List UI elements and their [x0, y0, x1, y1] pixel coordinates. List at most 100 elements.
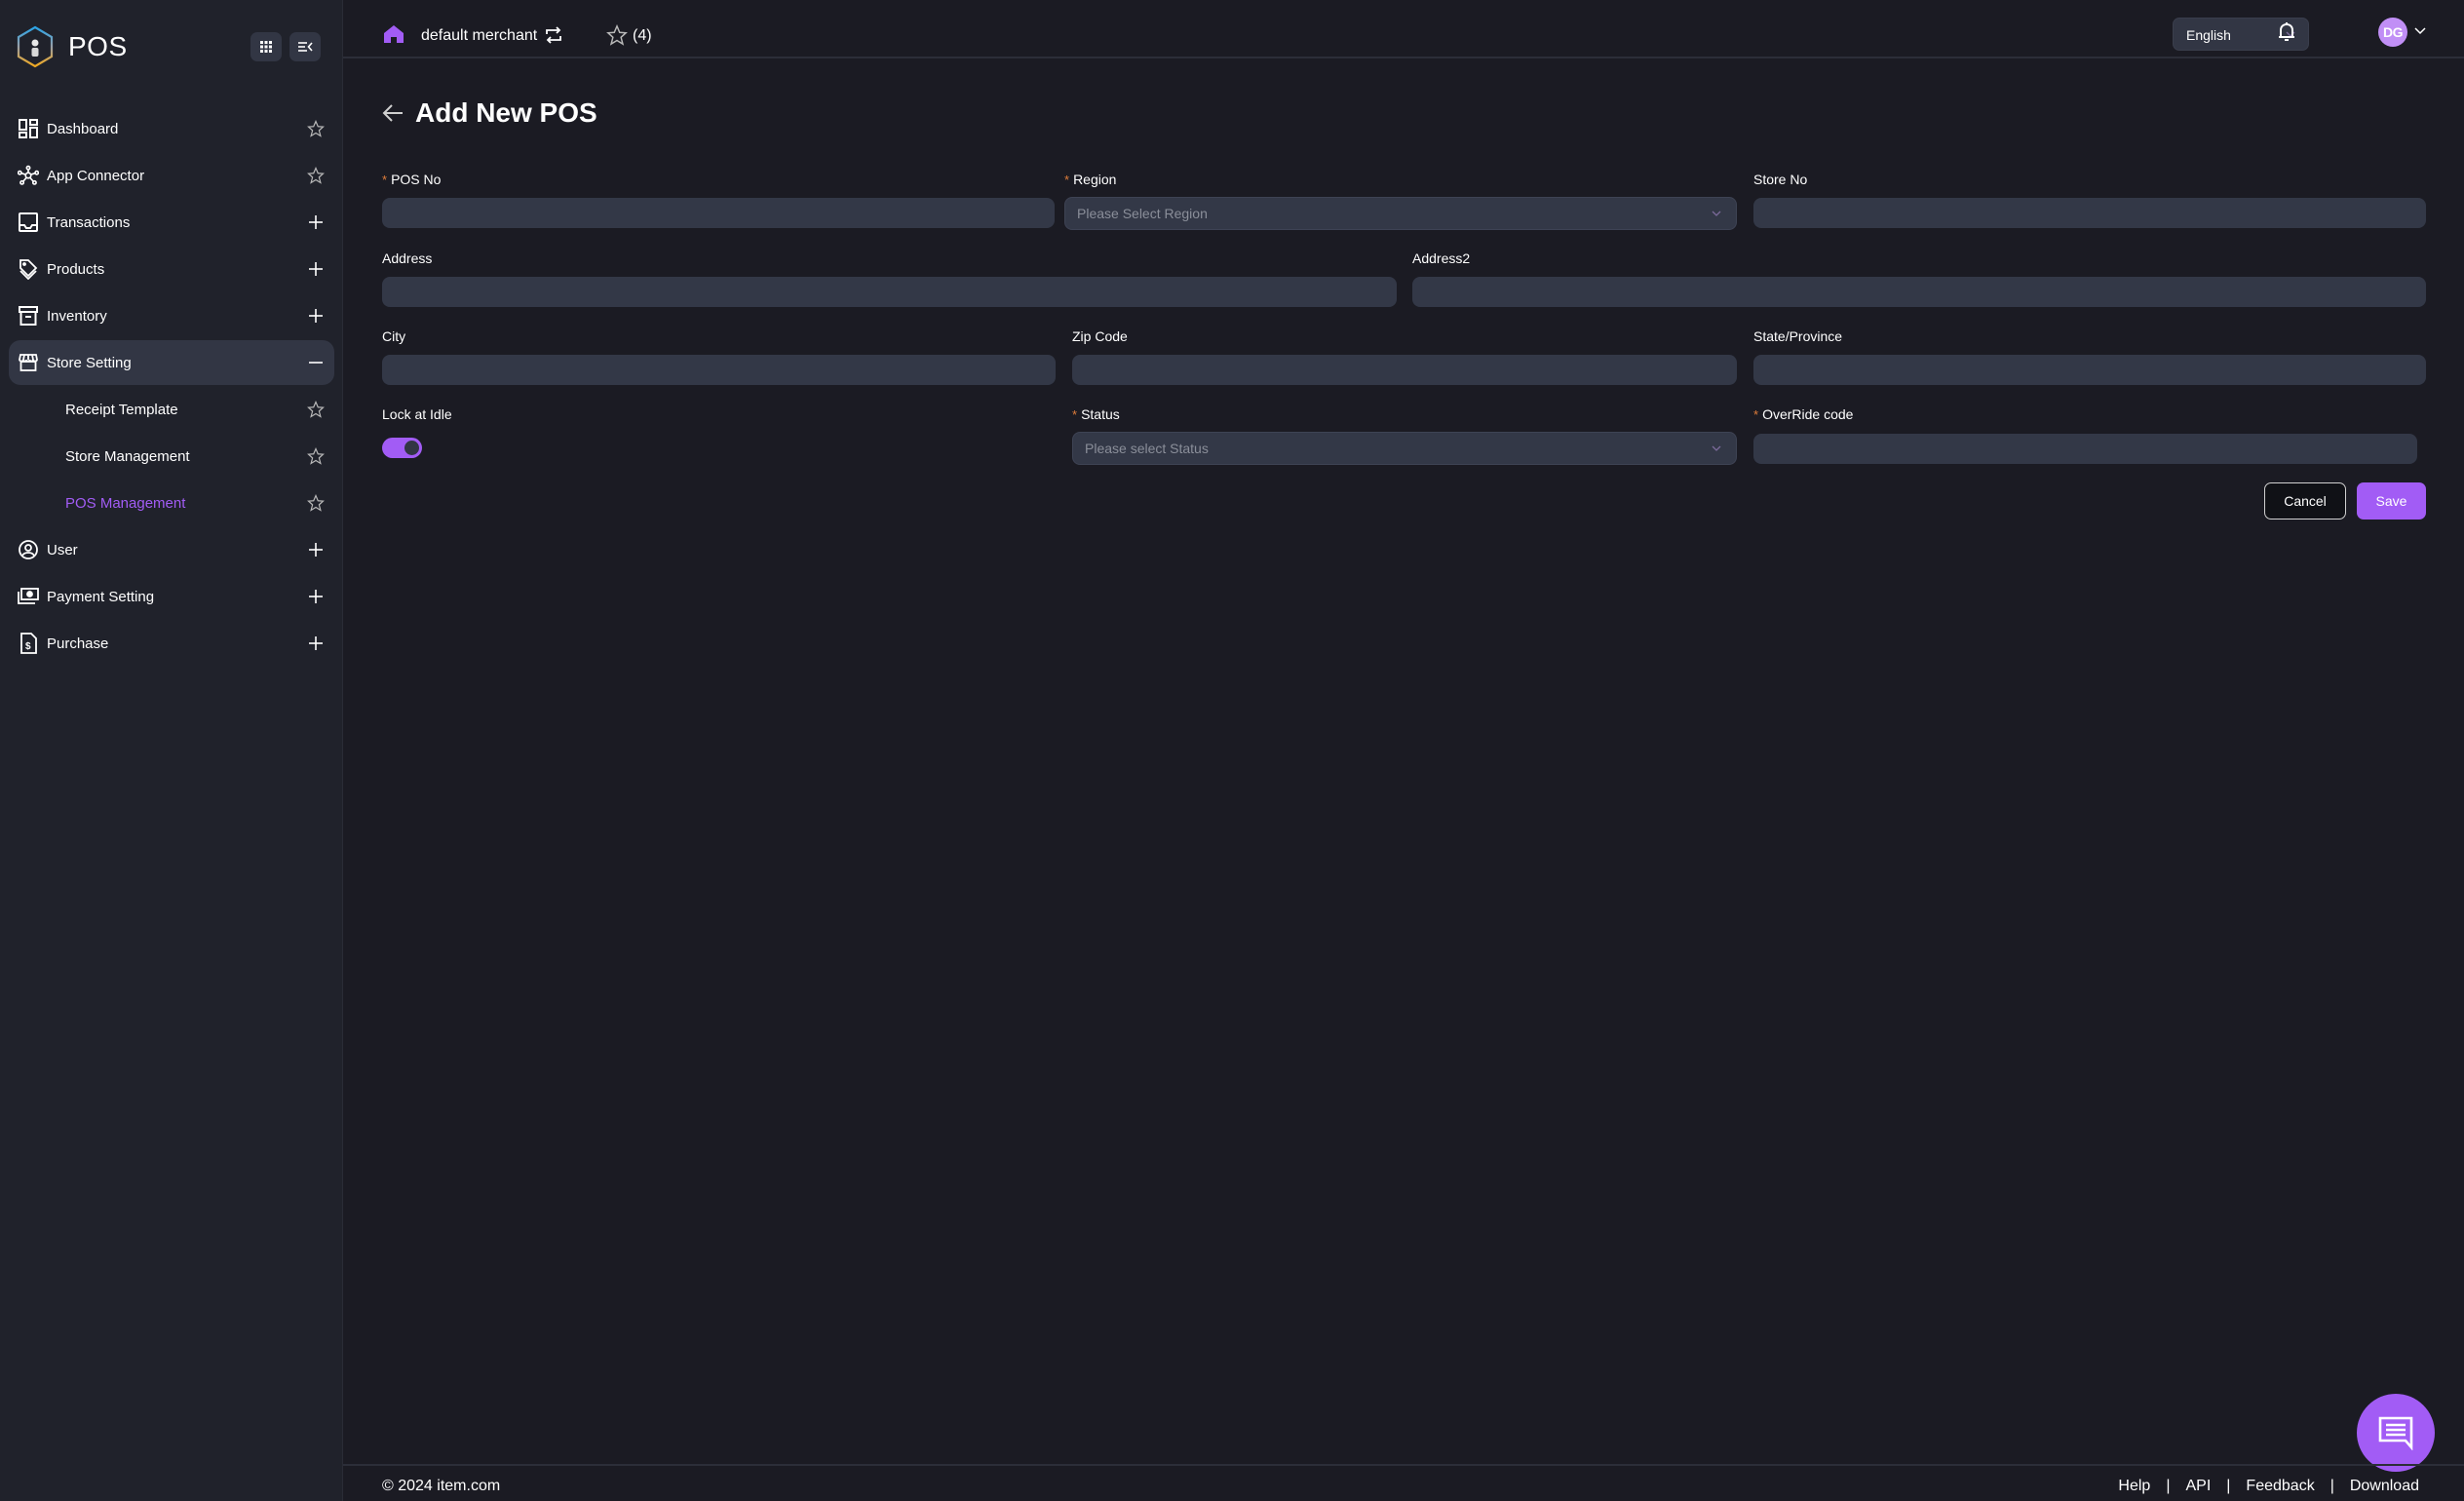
home-icon[interactable]	[384, 25, 404, 43]
plus-icon[interactable]	[305, 586, 327, 607]
footer-link-feedback[interactable]: Feedback	[2246, 1478, 2314, 1495]
sidebar-item-inventory[interactable]: Inventory	[9, 292, 334, 339]
sidebar-item-label: Purchase	[47, 635, 109, 652]
label-text: OverRide code	[1762, 406, 1854, 422]
copyright: © 2024 item.com	[382, 1478, 501, 1494]
chevron-down-icon[interactable]	[2413, 26, 2427, 36]
sidebar-item-app-connector[interactable]: App Connector	[9, 152, 334, 199]
footer-link-download[interactable]: Download	[2350, 1478, 2419, 1495]
plus-icon[interactable]	[305, 212, 327, 233]
sidebar-item-transactions[interactable]: Transactions	[9, 199, 334, 246]
footer-links: Help | API | Feedback | Download	[2118, 1478, 2419, 1495]
dashboard-icon	[18, 118, 39, 139]
override-code-input[interactable]	[1753, 434, 2417, 464]
sidebar-item-label: Receipt Template	[65, 401, 178, 418]
language-value: English	[2186, 27, 2231, 43]
lock-at-idle-label: Lock at Idle	[382, 406, 452, 422]
minus-icon[interactable]	[305, 352, 327, 373]
favorites-star-icon[interactable]	[606, 24, 628, 46]
favorites-count[interactable]: (4)	[633, 27, 652, 45]
apps-grid-button[interactable]	[250, 32, 282, 61]
city-label: City	[382, 328, 405, 344]
label-text: Region	[1073, 172, 1117, 187]
bell-icon[interactable]	[2277, 21, 2296, 43]
sidebar-item-purchase[interactable]: $ Purchase	[9, 620, 334, 667]
pos-no-label: * POS No	[382, 172, 441, 187]
sidebar-item-label: Transactions	[47, 213, 131, 231]
app-name: POS	[68, 31, 128, 61]
sidebar-item-products[interactable]: Products	[9, 246, 334, 292]
star-icon[interactable]	[305, 165, 327, 186]
plus-icon[interactable]	[305, 633, 327, 654]
merchant-name[interactable]: default merchant	[421, 27, 537, 45]
top-header: default merchant (4) English DG	[343, 0, 2464, 58]
region-placeholder: Please Select Region	[1077, 206, 1208, 221]
sidebar-item-label: POS Management	[65, 494, 186, 512]
region-select[interactable]: Please Select Region	[1064, 197, 1737, 230]
plus-icon[interactable]	[305, 539, 327, 560]
label-text: Address	[382, 250, 433, 266]
user-icon	[18, 539, 39, 560]
separator: |	[2166, 1478, 2171, 1494]
state-input[interactable]	[1753, 355, 2426, 385]
address-input[interactable]	[382, 277, 1397, 307]
collapse-sidebar-button[interactable]	[289, 32, 321, 61]
required-mark: *	[382, 173, 388, 187]
sidebar-item-label: Store Setting	[47, 354, 132, 371]
region-label: * Region	[1064, 172, 1116, 187]
pos-no-input[interactable]	[382, 198, 1055, 228]
footer-link-api[interactable]: API	[2185, 1478, 2211, 1495]
label-text: Store No	[1753, 172, 1808, 187]
plus-icon[interactable]	[305, 305, 327, 327]
sidebar-item-dashboard[interactable]: Dashboard	[9, 105, 334, 152]
plus-icon[interactable]	[305, 258, 327, 280]
save-button[interactable]: Save	[2357, 482, 2426, 520]
address2-input[interactable]	[1412, 277, 2426, 307]
store-no-input[interactable]	[1753, 198, 2426, 228]
label-text: Lock at Idle	[382, 406, 452, 422]
chat-support-button[interactable]	[2357, 1394, 2435, 1472]
payment-icon	[18, 586, 39, 607]
chat-icon	[2378, 1416, 2413, 1450]
address-label: Address	[382, 250, 432, 266]
star-icon[interactable]	[305, 399, 327, 420]
required-mark: *	[1064, 173, 1070, 187]
sidebar-item-label: Inventory	[47, 307, 107, 325]
star-icon[interactable]	[305, 492, 327, 514]
sidebar-item-label: User	[47, 541, 78, 558]
star-icon[interactable]	[305, 118, 327, 139]
city-input[interactable]	[382, 355, 1056, 385]
state-label: State/Province	[1753, 328, 1842, 344]
cancel-button[interactable]: Cancel	[2264, 482, 2346, 520]
status-label: * Status	[1072, 406, 1120, 422]
inbox-icon	[18, 212, 39, 233]
label-text: City	[382, 328, 406, 344]
store-icon	[18, 352, 39, 373]
status-select[interactable]: Please select Status	[1072, 432, 1737, 465]
sidebar-item-store-management[interactable]: Store Management	[9, 433, 334, 480]
separator: |	[2226, 1478, 2231, 1494]
separator: |	[2329, 1478, 2334, 1494]
switch-merchant-icon[interactable]	[545, 26, 562, 44]
sidebar-item-payment-setting[interactable]: Payment Setting	[9, 573, 334, 620]
star-icon[interactable]	[305, 445, 327, 467]
required-mark: *	[1753, 407, 1759, 422]
page-title: Add New POS	[415, 97, 597, 128]
sidebar-item-user[interactable]: User	[9, 526, 334, 573]
sidebar-item-store-setting[interactable]: Store Setting	[9, 340, 334, 385]
chevron-down-icon	[1712, 445, 1721, 451]
sidebar-item-pos-management[interactable]: POS Management	[9, 480, 334, 526]
lock-at-idle-toggle[interactable]	[382, 438, 422, 458]
footer-link-help[interactable]: Help	[2118, 1478, 2150, 1495]
archive-icon	[18, 305, 39, 327]
back-arrow-icon[interactable]	[382, 103, 404, 123]
sidebar-item-receipt-template[interactable]: Receipt Template	[9, 386, 334, 433]
user-avatar[interactable]: DG	[2378, 18, 2407, 47]
page-header: Add New POS	[382, 97, 597, 129]
app-logo[interactable]: POS	[16, 25, 128, 68]
grid-icon	[260, 41, 272, 53]
footer-divider	[343, 1464, 2464, 1466]
required-mark: *	[1072, 407, 1078, 422]
purchase-icon: $	[18, 633, 39, 654]
zip-code-input[interactable]	[1072, 355, 1737, 385]
